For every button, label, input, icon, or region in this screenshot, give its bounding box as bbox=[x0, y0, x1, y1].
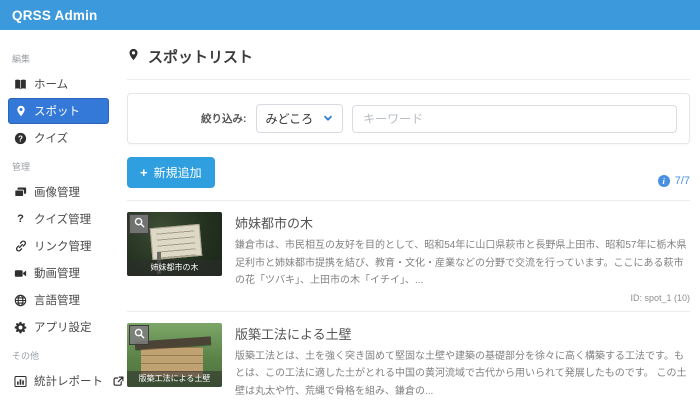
list-item: 姉妹都市の木 姉妹都市の木 鎌倉市は、市民相互の友好を目的として、昭和54年に山… bbox=[127, 201, 690, 312]
sidebar-item-label: アプリ設定 bbox=[34, 319, 92, 335]
link-icon bbox=[14, 240, 27, 253]
category-select[interactable]: みどころ bbox=[256, 104, 344, 133]
keyword-input[interactable] bbox=[352, 105, 677, 133]
chevron-down-icon bbox=[323, 112, 333, 126]
images-icon bbox=[14, 186, 27, 199]
sidebar-item-link-manage[interactable]: リンク管理 bbox=[8, 233, 109, 259]
spot-list: 姉妹都市の木 姉妹都市の木 鎌倉市は、市民相互の友好を目的として、昭和54年に山… bbox=[127, 200, 690, 400]
sidebar-item-label: 言語管理 bbox=[34, 292, 80, 308]
map-marker-icon bbox=[14, 105, 27, 118]
sidebar: 編集 ホーム スポット ? クイズ 管理 画像管理 bbox=[0, 30, 115, 400]
cogs-icon bbox=[14, 321, 27, 334]
spot-body: 姉妹都市の木 鎌倉市は、市民相互の友好を目的として、昭和54年に山口県萩市と長野… bbox=[235, 212, 690, 303]
sidebar-section-edit: 編集 bbox=[0, 44, 115, 70]
sidebar-item-image-manage[interactable]: 画像管理 bbox=[8, 179, 109, 205]
question-circle-icon: ? bbox=[14, 132, 27, 145]
sidebar-item-label: クイズ bbox=[34, 130, 68, 146]
sidebar-section-other: その他 bbox=[0, 341, 115, 367]
app-header: QRSS Admin bbox=[0, 0, 700, 30]
video-icon bbox=[14, 267, 27, 280]
question-icon: ? bbox=[14, 213, 27, 226]
sidebar-section-manage: 管理 bbox=[0, 152, 115, 178]
sidebar-item-label: リンク管理 bbox=[34, 238, 92, 254]
magnifier-icon bbox=[134, 215, 145, 233]
list-item: 版築工法による土壁 版築工法による土壁 版築工法とは、土を強く突き固めて堅固な土… bbox=[127, 312, 690, 400]
thumbnail-caption: 版築工法による土壁 bbox=[127, 371, 222, 387]
zoom-button[interactable] bbox=[129, 214, 149, 234]
sidebar-item-home[interactable]: ホーム bbox=[8, 71, 109, 97]
zoom-button[interactable] bbox=[129, 325, 149, 345]
magnifier-icon bbox=[134, 326, 145, 344]
divider bbox=[127, 79, 690, 80]
spot-title[interactable]: 姉妹都市の木 bbox=[235, 213, 690, 232]
spot-body: 版築工法による土壁 版築工法とは、土を強く突き固めて堅固な土壁や建築の基礎部分を… bbox=[235, 323, 690, 400]
add-new-button[interactable]: + 新規追加 bbox=[127, 157, 215, 188]
plus-icon: + bbox=[140, 166, 148, 179]
sidebar-item-video-manage[interactable]: 動画管理 bbox=[8, 260, 109, 286]
book-icon bbox=[14, 78, 27, 91]
thumbnail-caption: 姉妹都市の木 bbox=[127, 260, 222, 276]
sidebar-item-stats-report[interactable]: 統計レポート bbox=[8, 368, 109, 394]
app-title: QRSS Admin bbox=[12, 8, 98, 23]
actions-row: + 新規追加 i 7/7 bbox=[127, 157, 690, 188]
sidebar-item-label: ホーム bbox=[34, 76, 68, 92]
svg-text:?: ? bbox=[18, 134, 23, 143]
sidebar-item-quiz-manage[interactable]: ? クイズ管理 bbox=[8, 206, 109, 232]
globe-icon bbox=[14, 294, 27, 307]
map-marker-icon bbox=[127, 48, 140, 65]
sidebar-item-label: クイズ管理 bbox=[34, 211, 91, 227]
info-icon: i bbox=[658, 175, 670, 187]
spot-thumbnail[interactable]: 姉妹都市の木 bbox=[127, 212, 222, 276]
sidebar-item-app-settings[interactable]: アプリ設定 bbox=[8, 314, 109, 340]
spot-description: 鎌倉市は、市民相互の友好を目的として、昭和54年に山口県萩市と長野県上田市、昭和… bbox=[235, 237, 690, 290]
sidebar-item-language-manage[interactable]: 言語管理 bbox=[8, 287, 109, 313]
layout: 編集 ホーム スポット ? クイズ 管理 画像管理 bbox=[0, 30, 700, 400]
spot-description: 版築工法とは、土を強く突き固めて堅固な土壁や建築の基礎部分を徐々に高く構築する工… bbox=[235, 348, 690, 400]
sidebar-item-spot[interactable]: スポット bbox=[8, 98, 109, 124]
filter-label: 絞り込み: bbox=[201, 111, 247, 126]
category-select-value: みどころ bbox=[266, 110, 314, 127]
spot-thumbnail[interactable]: 版築工法による土壁 bbox=[127, 323, 222, 387]
sidebar-item-label: 画像管理 bbox=[34, 184, 80, 200]
count-text: 7/7 bbox=[675, 175, 690, 187]
sidebar-item-label: 動画管理 bbox=[34, 265, 80, 281]
filter-card: 絞り込み: みどころ bbox=[127, 93, 690, 144]
main-content: スポットリスト 絞り込み: みどころ + 新規追加 i 7/7 bbox=[115, 30, 700, 400]
page-title: スポットリスト bbox=[127, 46, 690, 67]
chart-icon bbox=[14, 375, 27, 388]
sidebar-item-label: 統計レポート bbox=[34, 373, 103, 389]
sidebar-item-quiz[interactable]: ? クイズ bbox=[8, 125, 109, 151]
sidebar-item-label: スポット bbox=[34, 103, 80, 119]
add-new-label: 新規追加 bbox=[154, 164, 202, 181]
page-title-text: スポットリスト bbox=[148, 46, 253, 67]
count-badge: i 7/7 bbox=[658, 175, 690, 188]
spot-title[interactable]: 版築工法による土壁 bbox=[235, 324, 690, 343]
spot-id: ID: spot_1 (10) bbox=[235, 293, 690, 303]
